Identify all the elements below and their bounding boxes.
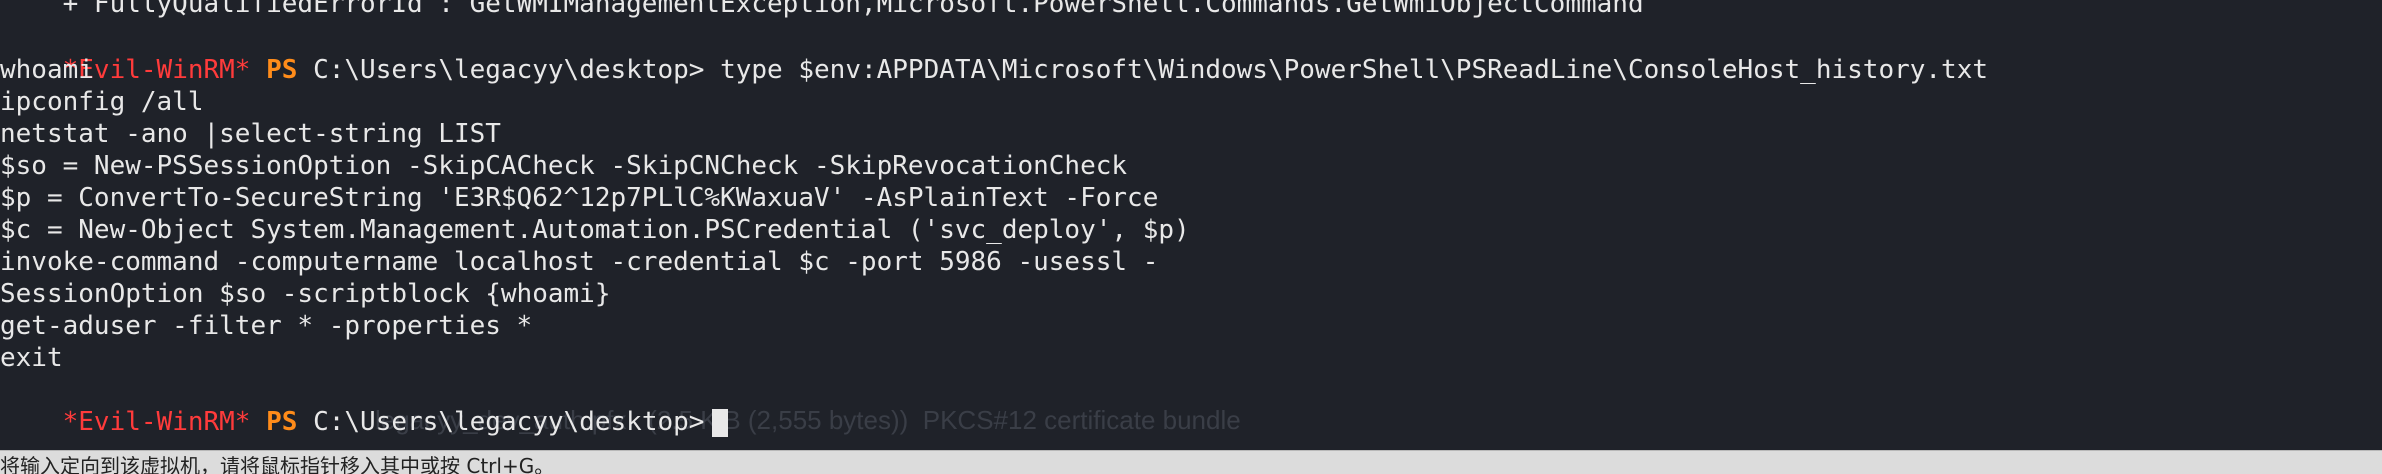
status-bar-text: 将输入定向到该虚拟机，请将鼠标指针移入其中或按 Ctrl+G。: [0, 454, 555, 474]
output-line-9: get-aduser -filter * -properties *: [0, 311, 533, 341]
vm-status-bar: 将输入定向到该虚拟机，请将鼠标指针移入其中或按 Ctrl+G。: [0, 450, 2382, 474]
text-cursor: [712, 408, 729, 437]
command-line-1: *Evil-WinRM* PS C:\Users\legacyy\desktop…: [0, 22, 1988, 85]
prompt-path: C:\Users\legacyy\desktop>: [313, 407, 705, 437]
output-line-10: exit: [0, 343, 63, 373]
command-line-2[interactable]: *Evil-WinRM* PS C:\Users\legacyy\desktop…: [0, 374, 729, 437]
output-line-7: invoke-command -computername localhost -…: [0, 247, 1159, 277]
output-line-6: $c = New-Object System.Management.Automa…: [0, 215, 1190, 245]
prompt-path: C:\Users\legacyy\desktop>: [313, 55, 705, 85]
terminal-window[interactable]: + FullyQualifiedErrorId : GetWMIManageme…: [0, 0, 2382, 450]
output-line-4: $so = New-PSSessionOption -SkipCACheck -…: [0, 151, 1128, 181]
output-line-1: whoami: [0, 55, 94, 85]
prior-output-line: + FullyQualifiedErrorId : GetWMIManageme…: [0, 0, 1644, 19]
prompt-ps: PS: [266, 55, 298, 85]
output-line-5: $p = ConvertTo-SecureString 'E3R$Q62^12p…: [0, 183, 1159, 213]
output-line-3: netstat -ano |select-string LIST: [0, 119, 501, 149]
output-line-2: ipconfig /all: [0, 87, 204, 117]
prompt-tag: *Evil-WinRM*: [62, 407, 251, 437]
output-line-8: SessionOption $so -scriptblock {whoami}: [0, 279, 611, 309]
command-text: type $env:APPDATA\Microsoft\Windows\Powe…: [720, 55, 1989, 85]
prompt-ps: PS: [266, 407, 298, 437]
